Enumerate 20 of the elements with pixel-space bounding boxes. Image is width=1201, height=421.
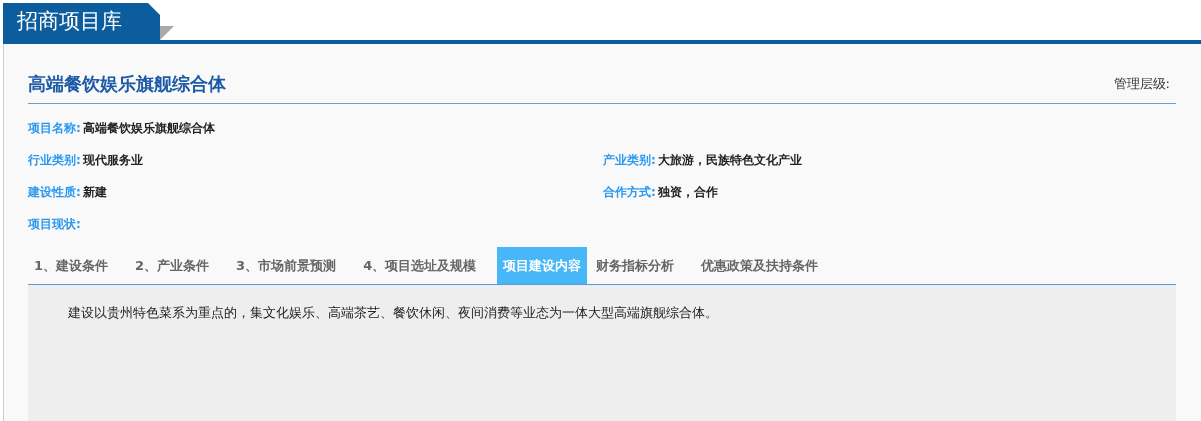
- content-text: 建设以贵州特色菜系为重点的，集文化娱乐、高端茶艺、餐饮休闲、夜间消费等业态为一体大型高端旗舰综合体。: [68, 304, 719, 322]
- field-label: 产业类别:: [603, 152, 656, 169]
- tab[interactable]: 2、产业条件: [129, 247, 216, 284]
- field-value: 独资，合作: [657, 184, 718, 201]
- tab[interactable]: 优惠政策及扶持条件: [695, 247, 825, 284]
- field-label: 行业类别:: [28, 152, 81, 169]
- tab[interactable]: 财务指标分析: [590, 247, 681, 284]
- field-value: 大旅游，民族特色文化产业: [657, 152, 802, 169]
- field-value: 高端餐饮娱乐旗舰综合体: [82, 120, 215, 137]
- project-title: 高端餐饮娱乐旗舰综合体: [28, 72, 226, 96]
- field-label: 项目名称:: [28, 120, 81, 137]
- tab[interactable]: 1、建设条件: [28, 247, 115, 284]
- field-value: 新建: [82, 184, 107, 201]
- field-label: 合作方式:: [603, 184, 656, 201]
- tab[interactable]: 3、市场前景预测: [230, 247, 343, 284]
- field-label: 建设性质:: [28, 184, 81, 201]
- field-label: 项目现状:: [28, 216, 81, 233]
- tab[interactable]: 4、项目选址及规模: [357, 247, 483, 284]
- field-value: 现代服务业: [82, 152, 143, 169]
- management-level-label: 管理层级:: [1113, 74, 1171, 93]
